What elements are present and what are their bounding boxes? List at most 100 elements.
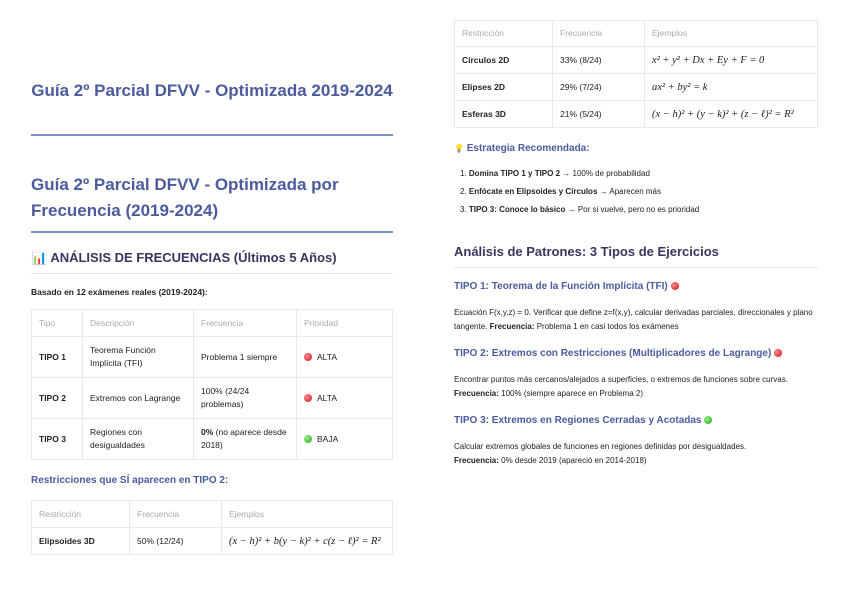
text: 100% (24/24 problemas) [201, 386, 250, 409]
col-header: Tipo [31, 309, 83, 337]
cell-desc: Extremos con Lagrange [82, 377, 194, 419]
text: ALTA [317, 351, 337, 362]
col-header: Restricción [31, 500, 130, 528]
page-right: Restricción Frecuencia Ejemplos Círculos 2… [424, 0, 848, 599]
types-table: Tipo Descripción Frecuencia Prioridad TIPO … [31, 309, 393, 460]
cell-tipo: TIPO 3 [31, 418, 83, 460]
text: Domina TIPO 1 y TIPO 2 [468, 169, 561, 178]
list-item: 1. Domina TIPO 1 y TIPO 2 → 100% de prob… [460, 165, 699, 183]
green-circle-icon [704, 416, 713, 424]
text: 100% (siempre aparece en Problema 2) [498, 389, 643, 398]
analysis-title: ANÁLISIS DE FRECUENCIAS (Últimos 5 Años) [50, 250, 337, 265]
text: 1. [460, 169, 467, 178]
col-header: Frecuencia [129, 500, 222, 528]
text: → Aparecen más [597, 187, 661, 196]
table-row: TIPO 2 Extremos con Lagrange 100% (24/24 p… [31, 377, 393, 419]
cell-freq: 33% (8/24) [552, 46, 645, 74]
col-header: Frecuencia [552, 20, 645, 47]
cell-freq: 100% (24/24 problemas) [193, 377, 297, 419]
text: TIPO 3: Extremos en Regiones Cerradas y … [454, 415, 702, 426]
text: Frecuencia: [489, 322, 535, 331]
table-row: Círculos 2D 33% (8/24) x² + y² + Dx + Ey +… [454, 46, 818, 74]
table-row: Esferas 3D 21% (5/24) (x − h)² + (y − k)² … [454, 100, 818, 128]
strategy-title: Estrategia Recomendada: [466, 143, 590, 154]
cell-freq: Problema 1 siempre [193, 336, 297, 378]
restrictions-heading: Restricciones que SÍ aparecen en TIPO 2: [31, 475, 229, 486]
text: Problema 1 en casi todos los exámenes [534, 322, 679, 331]
cell-tipo: TIPO 2 [31, 377, 83, 419]
divider [454, 267, 818, 268]
divider [31, 273, 393, 274]
tipo1-text: Ecuación F(x,y,z) = 0. Verificar que def… [454, 306, 818, 334]
text: BAJA [317, 433, 339, 444]
strategy-list: 1. Domina TIPO 1 y TIPO 2 → 100% de prob… [460, 165, 699, 219]
cell-freq: 21% (5/24) [552, 100, 645, 128]
cell-name: Esferas 3D [454, 100, 553, 128]
table-row: TIPO 1 Teorema Función Implícita (TFI) Pro… [31, 336, 393, 378]
table-row: Elipsoides 3D 50% (12/24) (x − h)² + b(y −… [31, 527, 393, 555]
text: → Por si vuelve, pero no es prioridad [565, 205, 700, 214]
text: TIPO 2: Extremos con Restricciones (Mult… [454, 348, 772, 359]
cell-freq: 29% (7/24) [552, 73, 645, 101]
cell-freq: 50% (12/24) [129, 527, 222, 555]
text: Problema 1 siempre [201, 351, 278, 362]
red-circle-icon [670, 282, 679, 290]
text: 0% [201, 427, 214, 437]
tipo3-text: Calcular extremos globales de funciones … [454, 440, 784, 468]
text: TIPO 3: Conoce lo básico [468, 205, 566, 214]
cell-prio: ALTA [296, 377, 393, 419]
text: 3. [460, 205, 467, 214]
text: (no aparece desde 2018) [201, 427, 287, 450]
red-circle-icon [304, 352, 312, 361]
cell-name: Elipses 2D [454, 73, 553, 101]
col-header: Restricción [454, 20, 553, 47]
text: Calcular extremos globales de funciones … [454, 442, 747, 451]
cell-example: (x − h)² + (y − k)² + (z − ℓ)² = R² [644, 100, 818, 128]
chart-icon: 📊 [31, 250, 48, 265]
cell-desc: Teorema Función Implícita (TFI) [82, 336, 194, 378]
col-header: Prioridad [296, 309, 393, 337]
text: → 100% de probabilidad [560, 169, 650, 178]
text: Frecuencia: [454, 389, 499, 398]
page-left: Guía 2º Parcial DFVV - Optimizada 2019-2… [0, 0, 424, 599]
restrictions-table: Restricción Frecuencia Ejemplos Elipsoides… [31, 500, 393, 555]
restrictions-table-continued: Restricción Frecuencia Ejemplos Círculos 2… [454, 20, 818, 128]
green-circle-icon [304, 434, 312, 443]
list-item: 3. TIPO 3: Conoce lo básico → Por si vue… [460, 201, 699, 219]
divider [31, 134, 393, 136]
col-header: Ejemplos [221, 500, 393, 528]
list-item: 2. Enfócate en Elipsoides y Círculos → A… [460, 183, 699, 201]
tipo2-heading: TIPO 2: Extremos con Restricciones (Mult… [454, 348, 787, 359]
cell-tipo: TIPO 1 [31, 336, 83, 378]
cover-title: Guía 2º Parcial DFVV - Optimizada 2019-2… [31, 81, 393, 100]
analysis-heading: 📊 ANÁLISIS DE FRECUENCIAS (Últimos 5 Año… [31, 250, 337, 266]
cell-prio: ALTA [296, 336, 393, 378]
text: Enfócate en Elipsoides y Círculos [468, 187, 598, 196]
text: 2. [460, 187, 467, 196]
tipo3-heading: TIPO 3: Extremos en Regiones Cerradas y … [454, 415, 717, 426]
text: Frecuencia: [454, 456, 499, 465]
red-circle-icon [304, 393, 312, 402]
lightbulb-icon: 💡 [454, 144, 464, 153]
tipo1-heading: TIPO 1: Teorema de la Función Implícita … [454, 281, 684, 292]
cell-name: Círculos 2D [454, 46, 553, 74]
cell-name: Elipsoides 3D [31, 527, 130, 555]
tipo2-text: Encontrar puntos más cercanos/alejados a… [454, 373, 794, 401]
cell-desc: Regiones con desigualdades [82, 418, 194, 460]
strategy-heading: 💡 Estrategia Recomendada: [454, 143, 590, 154]
cell-freq: 0% (no aparece desde 2018) [193, 418, 297, 460]
text: 0% desde 2019 (apareció en 2014-2018) [498, 456, 647, 465]
patterns-heading: Análisis de Patrones: 3 Tipos de Ejercic… [454, 244, 719, 259]
col-header: Frecuencia [193, 309, 297, 337]
text: Encontrar puntos más cercanos/alejados a… [454, 375, 788, 384]
divider [31, 231, 393, 233]
text: TIPO 1: Teorema de la Función Implícita … [454, 281, 668, 292]
cell-example: ax² + by² = k [644, 73, 818, 101]
col-header: Ejemplos [644, 20, 818, 47]
table-row: Elipses 2D 29% (7/24) ax² + by² = k [454, 73, 818, 101]
page-heading: Guía 2º Parcial DFVV - Optimizada por Fr… [31, 175, 339, 220]
cell-example: (x − h)² + b(y − k)² + c(z − ℓ)² = R² [221, 527, 393, 555]
cell-example: x² + y² + Dx + Ey + F = 0 [644, 46, 818, 74]
table-row: TIPO 3 Regiones con desigualdades 0% (no a… [31, 418, 393, 460]
cell-prio: BAJA [296, 418, 393, 460]
